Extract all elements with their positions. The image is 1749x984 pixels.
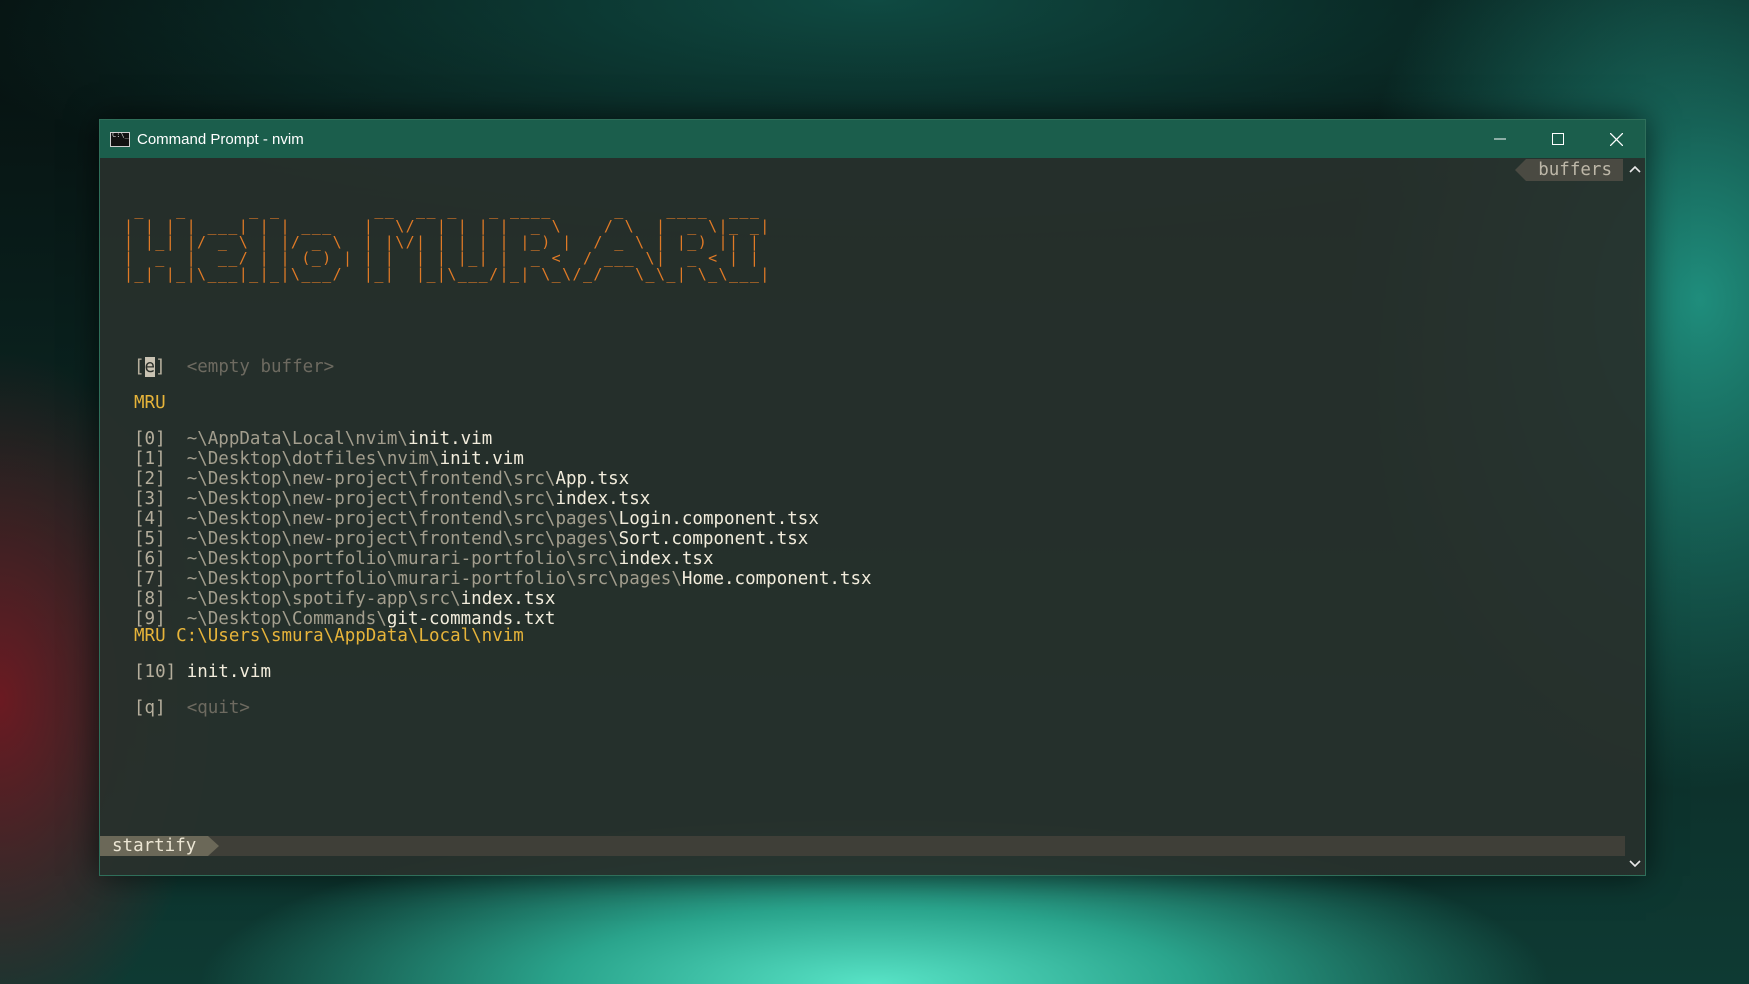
- status-line: startify: [100, 836, 1625, 856]
- mru-entry[interactable]: [0] ~\AppData\Local\nvim\init.vim: [134, 429, 492, 449]
- command-prompt-icon: [110, 131, 130, 147]
- mru-entry[interactable]: [4] ~\Desktop\new-project\frontend\src\p…: [134, 509, 819, 529]
- ascii-banner: _ _ _ _ __ __ _ _ ____ _ ____ ___ | | | …: [124, 202, 771, 282]
- cursor: e: [144, 357, 156, 377]
- close-button[interactable]: [1587, 120, 1645, 158]
- ascii-line: |_| |_|\___|_|_|\___/ |_| |_|\___/|_| \_…: [124, 265, 771, 283]
- maximize-button[interactable]: [1529, 120, 1587, 158]
- window-controls: [1471, 120, 1645, 158]
- mru-entry[interactable]: [6] ~\Desktop\portfolio\murari-portfolio…: [134, 549, 714, 569]
- terminal-window: Command Prompt - nvim buffers _ _ _ _ __…: [99, 119, 1646, 876]
- cwd-mru-header: MRU C:\Users\smura\AppData\Local\nvim: [134, 626, 524, 646]
- quit-entry[interactable]: [q] <quit>: [134, 698, 250, 718]
- mru-entry[interactable]: [1] ~\Desktop\dotfiles\nvim\init.vim: [134, 449, 524, 469]
- scroll-down-icon[interactable]: [1629, 859, 1641, 869]
- cwd-mru-entry[interactable]: [10] init.vim: [134, 662, 271, 682]
- close-icon: [1609, 132, 1623, 146]
- mru-entry[interactable]: [5] ~\Desktop\new-project\frontend\src\p…: [134, 529, 808, 549]
- mru-entry[interactable]: [8] ~\Desktop\spotify-app\src\index.tsx: [134, 589, 555, 609]
- minimize-icon: [1494, 138, 1506, 140]
- mru-entry[interactable]: [2] ~\Desktop\new-project\frontend\src\A…: [134, 469, 629, 489]
- status-mode: startify: [100, 836, 220, 856]
- minimize-button[interactable]: [1471, 120, 1529, 158]
- mru-header: MRU: [134, 393, 166, 413]
- title-bar[interactable]: Command Prompt - nvim: [100, 120, 1645, 158]
- mru-entry[interactable]: [7] ~\Desktop\portfolio\murari-portfolio…: [134, 569, 872, 589]
- scroll-up-icon[interactable]: [1629, 164, 1641, 174]
- window-title: Command Prompt - nvim: [137, 130, 304, 148]
- nvim-content[interactable]: buffers _ _ _ _ __ __ _ _ ____ _ ____ __…: [100, 158, 1625, 875]
- empty-buffer-label: <empty buffer>: [186, 357, 335, 377]
- maximize-icon: [1552, 133, 1564, 145]
- mru-entry[interactable]: [3] ~\Desktop\new-project\frontend\src\i…: [134, 489, 650, 509]
- empty-buffer-entry[interactable]: [e] <empty buffer>: [134, 357, 334, 377]
- scrollbar[interactable]: [1625, 158, 1645, 875]
- buffers-tab[interactable]: buffers: [1515, 159, 1623, 181]
